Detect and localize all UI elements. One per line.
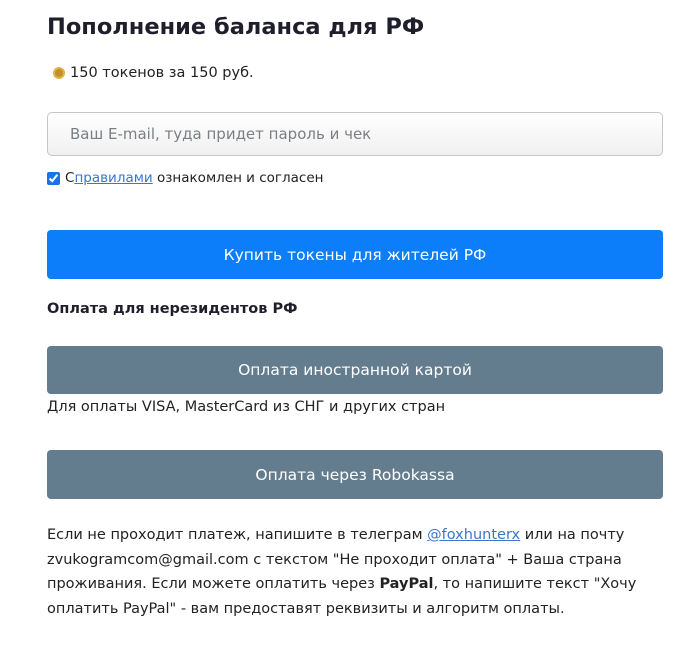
page-title: Пополнение баланса для РФ (47, 14, 425, 40)
foreign-card-note: Для оплаты VISA, MasterCard из СНГ и дру… (47, 399, 446, 415)
coin-icon (53, 67, 65, 79)
paypal-label: PayPal (379, 576, 434, 592)
price-info: 150 токенов за 150 руб. (53, 65, 254, 81)
support-info: Если не проходит платеж, напишите в теле… (47, 523, 667, 621)
support-text-1: Если не проходит платеж, напишите в теле… (47, 527, 428, 543)
agreement-checkbox[interactable] (47, 171, 60, 185)
buy-tokens-button[interactable]: Купить токены для жителей РФ (47, 230, 663, 279)
price-text: 150 токенов за 150 руб. (70, 65, 254, 81)
telegram-link[interactable]: @foxhunterx (427, 527, 520, 543)
foreign-card-button[interactable]: Оплата иностранной картой (47, 346, 663, 394)
agreement-suffix: ознакомлен и согласен (152, 170, 324, 186)
nonresident-heading: Оплата для нерезидентов РФ (47, 301, 298, 317)
rules-link[interactable]: правилами (74, 170, 152, 186)
agreement-checkbox-row[interactable]: С правилами ознакомлен и согласен (47, 170, 323, 186)
email-input[interactable] (47, 112, 663, 156)
robokassa-button[interactable]: Оплата через Robokassa (47, 450, 663, 499)
agreement-prefix: С (65, 170, 75, 186)
